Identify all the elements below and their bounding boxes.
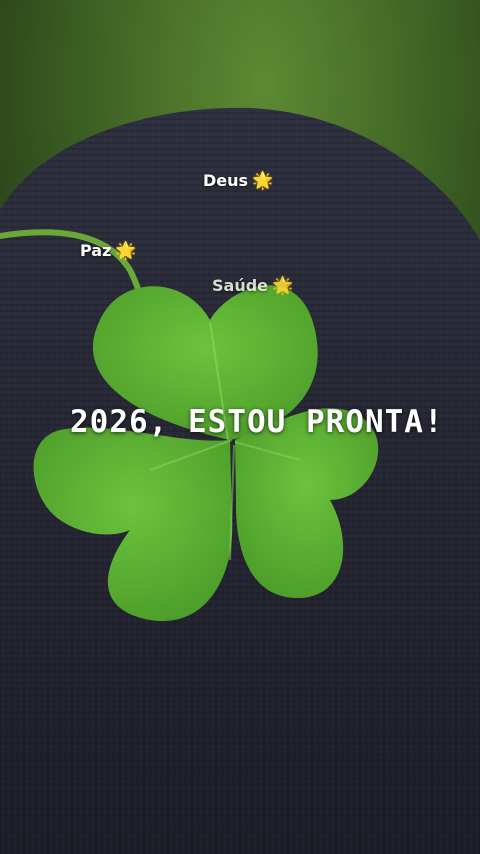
- star-icon: 🌟: [272, 276, 294, 296]
- photo-scene: Deus 🌟 Paz 🌟 Saúde 🌟 2026, ESTOU PRONTA!: [0, 0, 480, 854]
- label-saude-text: Saúde: [212, 276, 269, 295]
- star-icon: 🌟: [115, 241, 137, 261]
- headline-text: 2026, ESTOU PRONTA!: [70, 404, 444, 440]
- label-saude: Saúde 🌟: [212, 276, 293, 296]
- label-paz-text: Paz: [80, 241, 112, 260]
- label-deus-text: Deus: [203, 171, 249, 190]
- star-icon: 🌟: [252, 171, 274, 191]
- label-paz: Paz 🌟: [80, 241, 137, 261]
- label-deus: Deus 🌟: [203, 171, 273, 191]
